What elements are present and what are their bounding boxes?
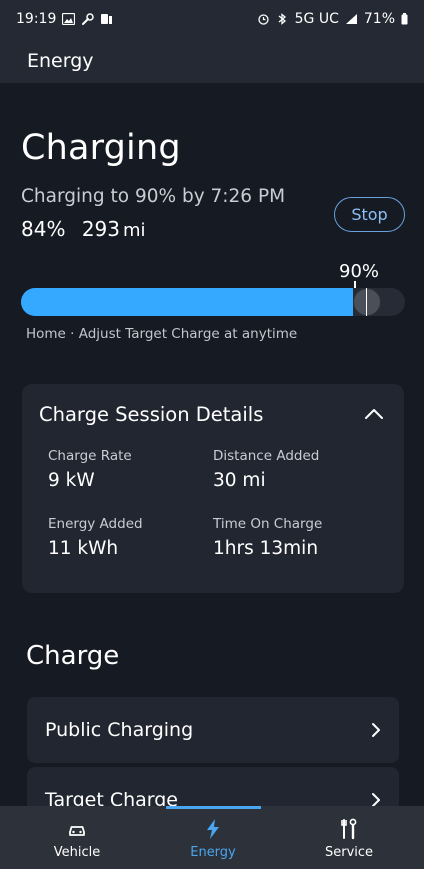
app-bar: Energy xyxy=(0,38,424,83)
charge-hint: Home · Adjust Target Charge at anytime xyxy=(26,326,298,342)
session-title: Charge Session Details xyxy=(39,403,264,426)
status-time: 19:19 xyxy=(16,11,57,27)
time-on-charge-label: Time On Charge xyxy=(213,516,323,532)
public-charging-row[interactable]: Public Charging xyxy=(27,697,399,763)
target-charge-label: 90% xyxy=(339,261,380,282)
bottom-nav: Vehicle Energy Service xyxy=(0,806,424,869)
lightning-bolt-icon xyxy=(207,819,219,839)
charge-rate-label: Charge Rate xyxy=(48,448,132,464)
charge-section-title: Charge xyxy=(26,641,120,671)
charging-status: Charging to 90% by 7:26 PM xyxy=(21,186,286,207)
energy-added-label: Energy Added xyxy=(48,516,143,532)
nav-service-label: Service xyxy=(324,845,374,860)
status-bar: 19:19 5G UC 71% xyxy=(0,0,424,38)
target-charge-marker xyxy=(365,288,368,316)
network-type: 5G UC xyxy=(294,11,339,27)
distance-added-value: 30 mi xyxy=(213,470,266,491)
stop-button[interactable]: Stop xyxy=(334,197,405,232)
tools-icon xyxy=(341,818,357,840)
charge-session-card: Charge Session Details Charge Rate 9 kW … xyxy=(22,384,404,593)
scroll-indicator xyxy=(166,806,261,809)
battery-percent: 71% xyxy=(363,11,395,27)
nav-energy[interactable]: Energy xyxy=(153,806,273,869)
chevron-up-icon[interactable] xyxy=(364,408,384,420)
page-title: Charging xyxy=(21,128,181,168)
chevron-right-icon xyxy=(372,793,380,806)
car-icon xyxy=(69,826,85,836)
time-on-charge-value: 1hrs 13min xyxy=(213,538,319,559)
charge-rate-value: 9 kW xyxy=(48,470,95,491)
alarm-icon xyxy=(257,14,269,25)
charge-progress-fill xyxy=(21,288,353,316)
public-charging-label: Public Charging xyxy=(45,719,194,741)
target-charge-row-label: Target Charge xyxy=(45,789,178,806)
nav-energy-label: Energy xyxy=(190,845,236,860)
bluetooth-icon xyxy=(278,13,286,25)
nav-vehicle[interactable]: Vehicle xyxy=(17,806,137,869)
signal-icon xyxy=(345,14,357,24)
charge-percent: 84% xyxy=(21,217,66,241)
range-value: 293 xyxy=(81,217,120,241)
main-content[interactable]: Charging Charging to 90% by 7:26 PM 84% … xyxy=(0,83,424,806)
nav-vehicle-label: Vehicle xyxy=(53,845,101,860)
charge-progress-bar[interactable] xyxy=(21,288,405,316)
chevron-right-icon xyxy=(372,723,380,737)
app-bar-title: Energy xyxy=(27,49,94,72)
range-unit: mi xyxy=(123,220,146,241)
wrench-icon xyxy=(82,13,95,25)
device-icon xyxy=(101,14,113,24)
distance-added-label: Distance Added xyxy=(213,448,320,464)
energy-added-value: 11 kWh xyxy=(48,538,119,559)
charge-stats: 84% 293 mi xyxy=(21,217,152,241)
nav-service[interactable]: Service xyxy=(289,806,409,869)
target-charge-row[interactable]: Target Charge xyxy=(27,767,399,806)
battery-icon xyxy=(401,13,408,25)
image-icon xyxy=(62,13,76,25)
